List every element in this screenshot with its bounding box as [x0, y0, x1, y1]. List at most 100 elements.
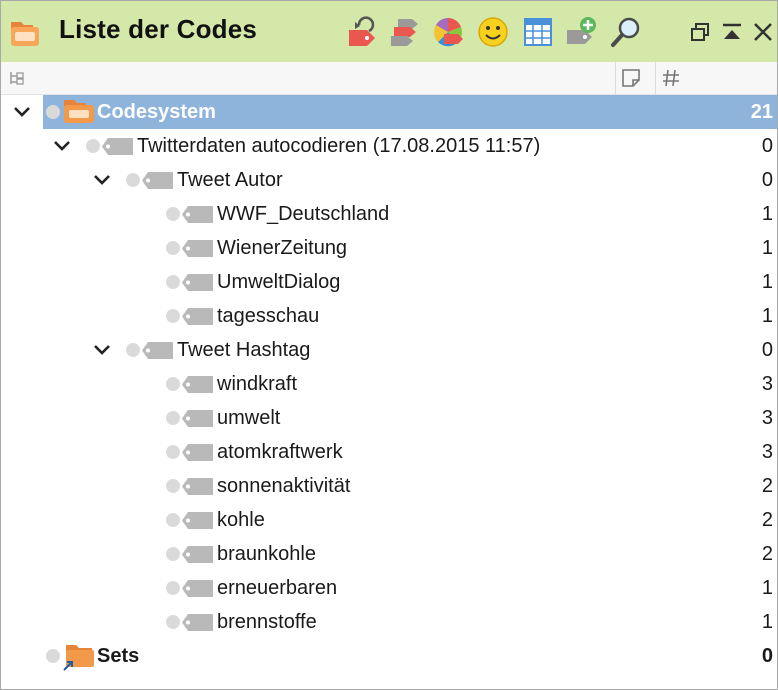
code-color-dot[interactable] — [166, 445, 180, 459]
tree-row[interactable]: UmweltDialog 1 — [1, 265, 777, 299]
coded-segments-count: 3 — [761, 441, 773, 463]
chevron-down-icon[interactable] — [93, 171, 111, 189]
code-color-dot[interactable] — [166, 241, 180, 255]
table-grid-button[interactable] — [520, 15, 556, 49]
code-tag-icon — [182, 444, 213, 461]
code-color-dot[interactable] — [166, 615, 180, 629]
coded-segments-count: 1 — [761, 577, 773, 599]
tree-row[interactable]: WienerZeitung 1 — [1, 231, 777, 265]
coded-segments-count: 0 — [761, 135, 773, 157]
add-code-button[interactable] — [563, 15, 599, 49]
tree-item-label: atomkraftwerk — [217, 441, 343, 463]
tree-row[interactable]: braunkohle 2 — [1, 537, 777, 571]
code-color-dot[interactable] — [166, 309, 180, 323]
code-color-dot[interactable] — [166, 513, 180, 527]
tree-item-label: Codesystem — [97, 101, 216, 123]
chevron-down-icon[interactable] — [93, 341, 111, 359]
tree-row[interactable]: erneuerbaren 1 — [1, 571, 777, 605]
tree-item-label: tagesschau — [217, 305, 320, 327]
close-button[interactable] — [750, 19, 776, 45]
tree-item-label: Twitterdaten autocodieren (17.08.2015 11… — [137, 135, 541, 157]
code-tag-icon — [142, 342, 173, 359]
tree-row-sets[interactable]: Sets 0 — [1, 639, 777, 673]
emoticon-button[interactable] — [475, 15, 511, 49]
code-color-dot[interactable] — [166, 547, 180, 561]
tree-item-label: windkraft — [217, 373, 298, 395]
column-separator[interactable] — [615, 62, 616, 94]
code-color-dot[interactable] — [166, 479, 180, 493]
code-color-dot[interactable] — [166, 207, 180, 221]
coded-segments-count: 2 — [761, 543, 773, 565]
column-separator[interactable] — [655, 62, 656, 94]
search-button[interactable] — [608, 15, 644, 49]
code-tag-icon — [182, 240, 213, 257]
code-color-dot[interactable] — [46, 105, 60, 119]
code-color-dot[interactable] — [166, 581, 180, 595]
undock-button[interactable] — [687, 19, 713, 45]
tree-row[interactable]: brennstoffe 1 — [1, 605, 777, 639]
code-color-dot[interactable] — [166, 377, 180, 391]
tree-item-label: UmweltDialog — [217, 271, 341, 293]
coded-segments-count: 2 — [761, 475, 773, 497]
coded-segments-count: 2 — [761, 509, 773, 531]
tree-row[interactable]: tagesschau 1 — [1, 299, 777, 333]
tree-row[interactable]: umwelt 3 — [1, 401, 777, 435]
tree-item-label: erneuerbaren — [217, 577, 338, 599]
code-tag-icon — [182, 206, 213, 223]
tree-row[interactable]: kohle 2 — [1, 503, 777, 537]
code-tag-icon — [142, 172, 173, 189]
code-color-dot[interactable] — [166, 275, 180, 289]
tree-row[interactable]: Tweet Hashtag 0 — [1, 333, 777, 367]
coded-segments-count: 3 — [761, 373, 773, 395]
code-tag-icon — [182, 478, 213, 495]
tree-row[interactable]: windkraft 3 — [1, 367, 777, 401]
tree-item-label: braunkohle — [217, 543, 316, 565]
tree-row[interactable]: sonnenaktivität 2 — [1, 469, 777, 503]
hierarchy-icon[interactable] — [9, 70, 25, 86]
tree-item-label: umwelt — [217, 407, 281, 429]
code-tag-icon — [102, 138, 133, 155]
code-color-dot[interactable] — [126, 173, 140, 187]
coded-segments-count: 21 — [750, 101, 773, 123]
code-tag-icon — [182, 546, 213, 563]
coded-segments-count: 0 — [761, 339, 773, 361]
tree-row[interactable]: Twitterdaten autocodieren (17.08.2015 11… — [1, 129, 777, 163]
tree-row[interactable]: atomkraftwerk 3 — [1, 435, 777, 469]
code-tag-icon — [182, 376, 213, 393]
chevron-down-icon[interactable] — [13, 103, 31, 121]
code-color-dot[interactable] — [46, 649, 60, 663]
code-tags-icon — [391, 19, 418, 46]
tree-item-label: WienerZeitung — [217, 237, 348, 259]
code-system-icon — [64, 100, 94, 123]
code-color-dot[interactable] — [86, 139, 100, 153]
tree-item-label: sonnenaktivität — [217, 475, 351, 497]
column-header — [1, 62, 777, 95]
coded-segments-count: 0 — [761, 645, 773, 667]
coded-segments-count: 1 — [761, 203, 773, 225]
code-color-dot[interactable] — [166, 411, 180, 425]
undo-tag-button[interactable] — [344, 15, 380, 49]
tree-row[interactable]: Tweet Autor 0 — [1, 163, 777, 197]
color-palette-button[interactable] — [431, 15, 467, 49]
close-icon — [754, 23, 772, 41]
code-tag-icon — [182, 410, 213, 427]
tree-item-label: brennstoffe — [217, 611, 317, 633]
code-tag-icon — [182, 614, 213, 631]
tree-row-codesystem[interactable]: Codesystem 21 — [1, 95, 777, 129]
chevron-down-icon[interactable] — [53, 137, 71, 155]
tree-row[interactable]: WWF_Deutschland 1 — [1, 197, 777, 231]
collapse-button[interactable] — [719, 19, 745, 45]
hash-icon[interactable] — [661, 68, 681, 88]
memo-icon[interactable] — [621, 68, 641, 88]
code-tags-button[interactable] — [387, 15, 423, 49]
code-color-dot[interactable] — [126, 343, 140, 357]
tree-item-label: WWF_Deutschland — [217, 203, 390, 225]
search-icon — [611, 17, 640, 47]
coded-segments-count: 0 — [761, 169, 773, 191]
undo-tag-icon — [349, 16, 375, 46]
code-tag-icon — [182, 274, 213, 291]
emoticon-icon — [478, 17, 508, 47]
sets-folder-icon — [63, 645, 94, 671]
collapse-icon — [723, 23, 741, 39]
coded-segments-count: 3 — [761, 407, 773, 429]
